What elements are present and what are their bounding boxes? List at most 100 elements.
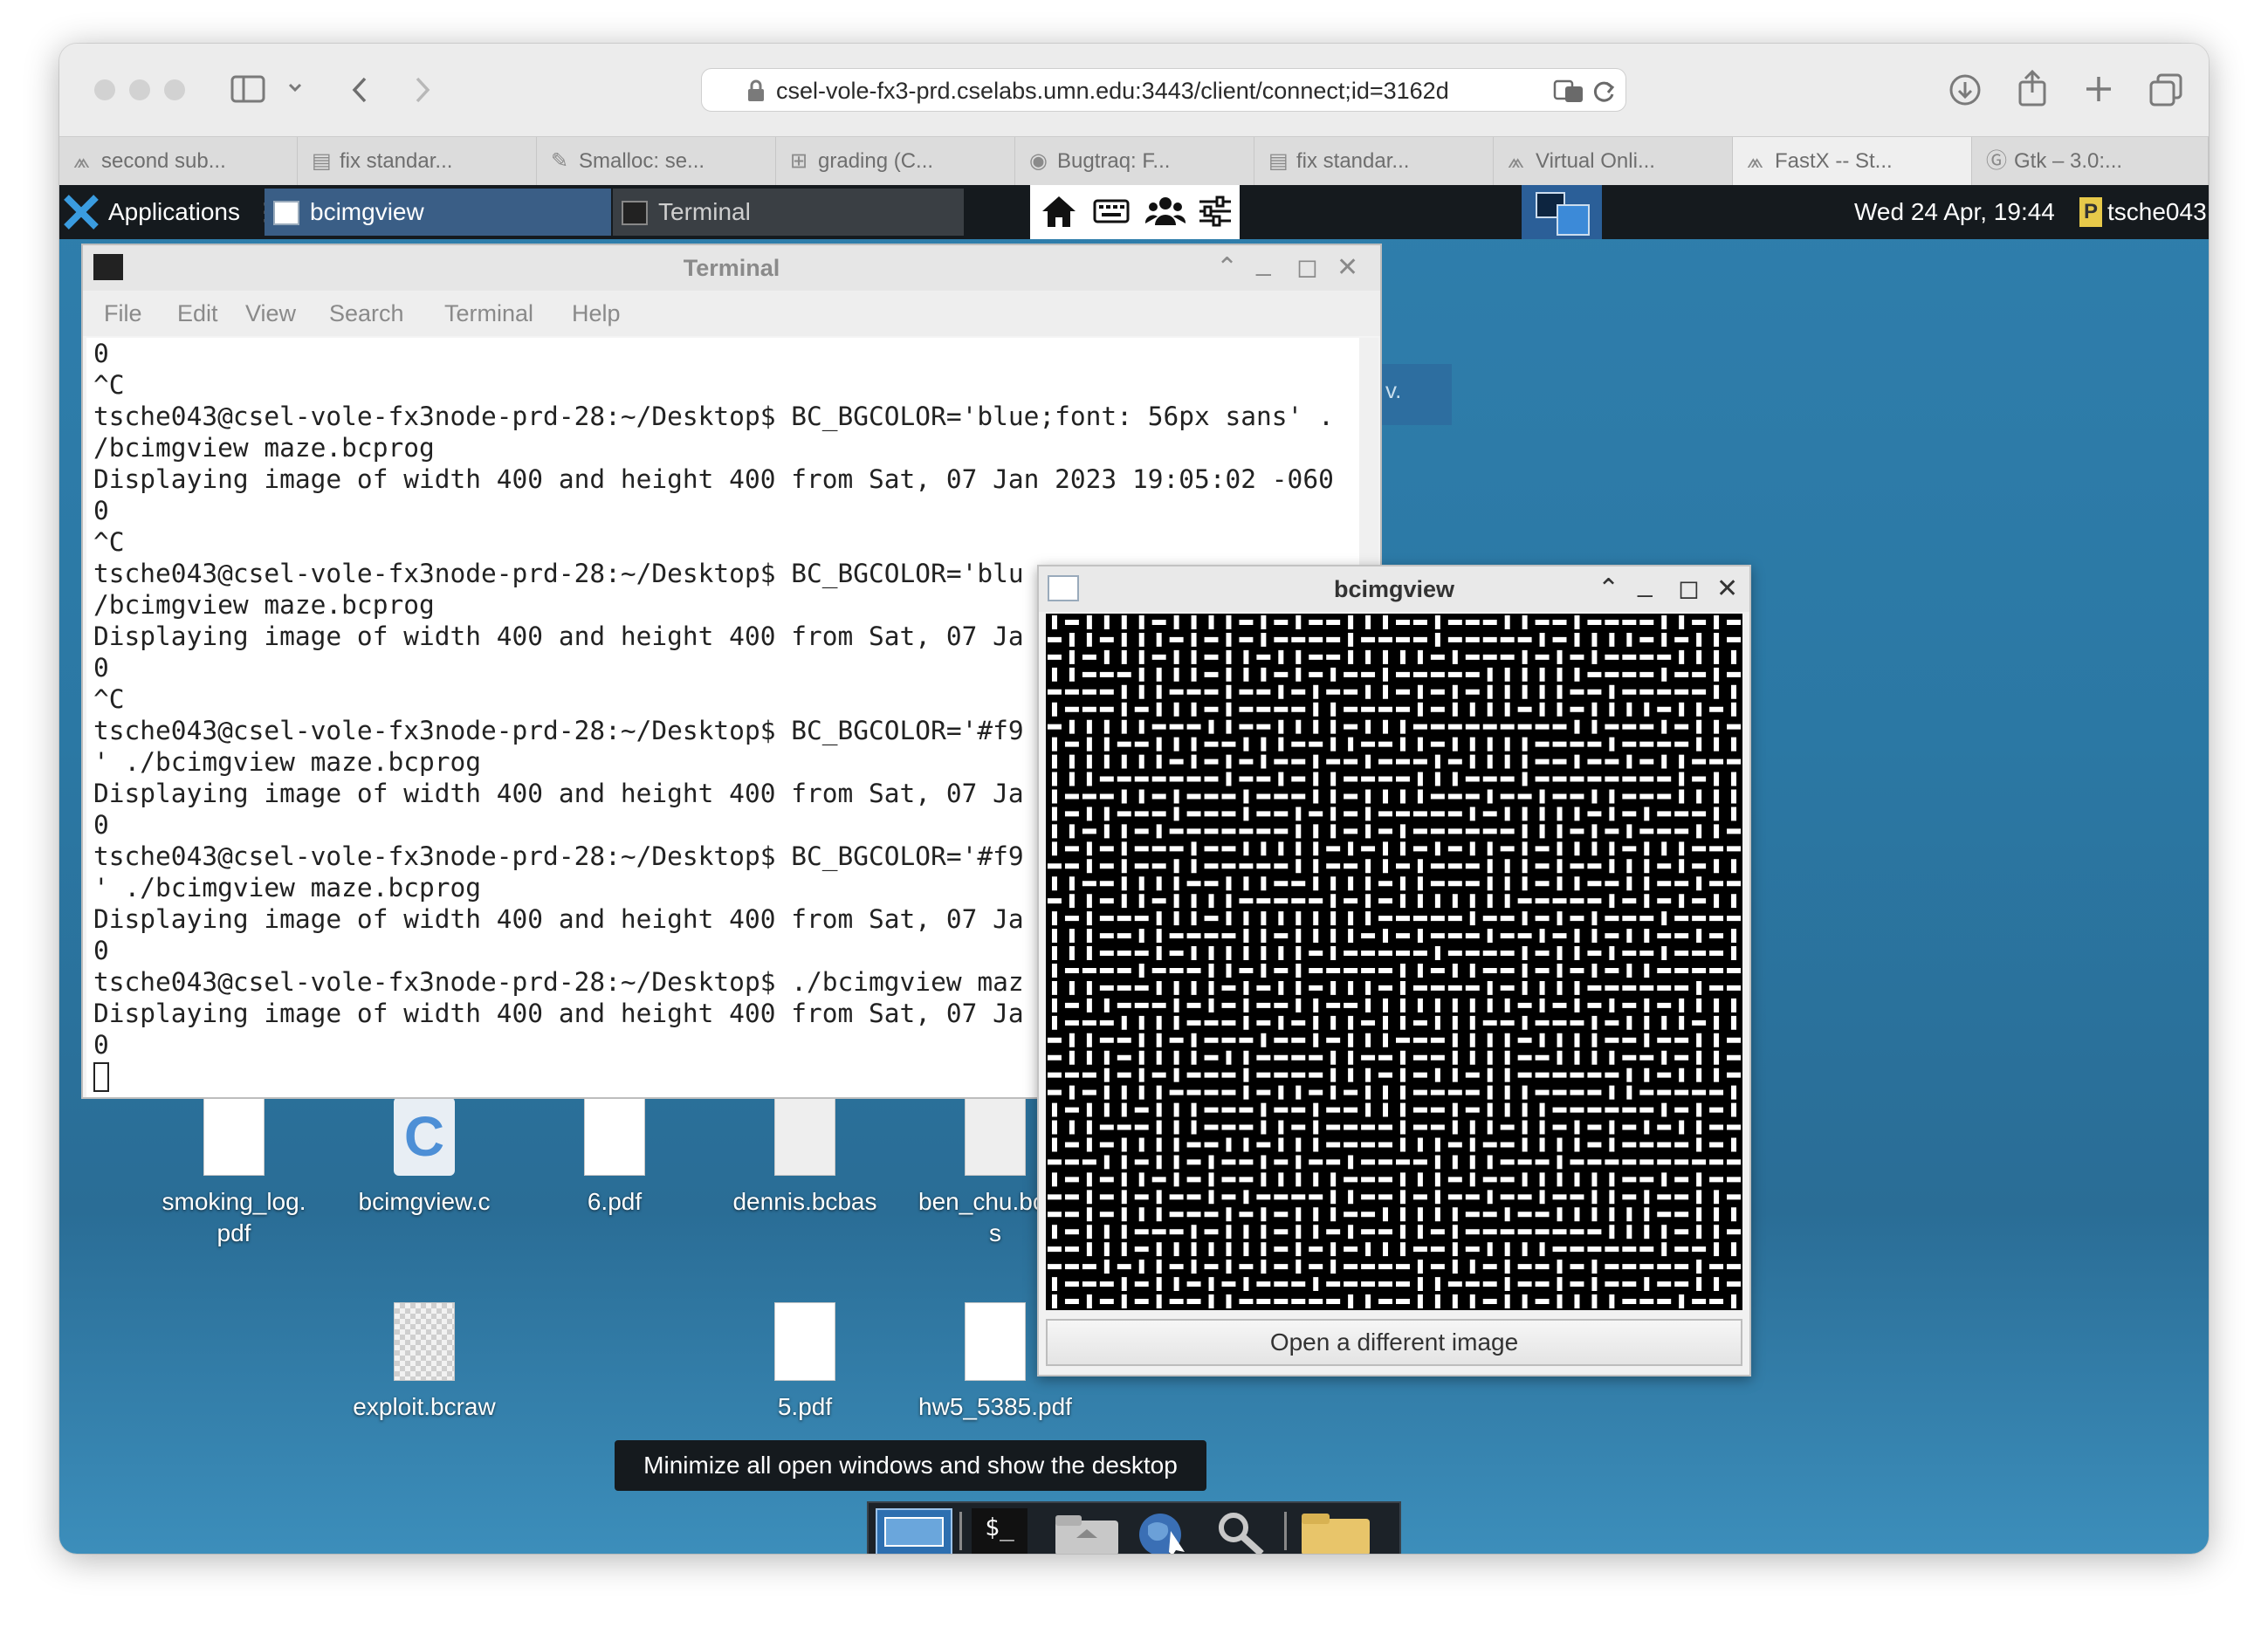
taskbar-item-bcimgview[interactable]: bcimgview xyxy=(265,189,611,236)
desktop-icon-smoking-log[interactable]: smoking_log. pdf xyxy=(142,1097,326,1249)
terminal-line: tsche043@csel-vole-fx3node-prd-28:~/Desk… xyxy=(93,402,1334,431)
new-tab-plus-icon[interactable] xyxy=(2083,73,2114,109)
workspace-window-icon xyxy=(1557,204,1590,236)
download-icon[interactable] xyxy=(1948,73,1982,111)
fastx-icon: ⩕ xyxy=(1747,149,1763,173)
terminal-line: /bcimgview maze.bcprog xyxy=(93,590,435,620)
workspace-switcher[interactable] xyxy=(1522,185,1602,239)
browser-tab[interactable]: ⩕ Virtual Onli... xyxy=(1494,137,1733,186)
users-icon[interactable] xyxy=(1144,194,1186,233)
terminal-line: tsche043@csel-vole-fx3node-prd-28:~/Desk… xyxy=(93,967,1024,997)
desktop-icon-5-pdf[interactable]: 5.pdf xyxy=(713,1302,897,1423)
browser-tab[interactable]: ▤ fix standar... xyxy=(298,137,537,186)
tab-label: second sub... xyxy=(101,149,226,173)
terminal-line: 0 xyxy=(93,339,109,368)
web-browser-icon[interactable] xyxy=(1131,1508,1193,1554)
terminal-line: Displaying image of width 400 and height… xyxy=(93,904,1024,934)
menu-file[interactable]: File xyxy=(104,291,142,336)
terminal-titlebar[interactable]: Terminal ⌃ _ ◻ ✕ xyxy=(83,245,1380,291)
pdf-file-icon xyxy=(965,1302,1026,1381)
desktop-icon-dennis[interactable]: dennis.bcbas xyxy=(713,1097,897,1218)
taskbar-item-terminal[interactable]: Terminal xyxy=(613,189,964,236)
search-icon[interactable] xyxy=(1209,1508,1272,1554)
browser-toolbar: csel-vole-fx3-prd.cselabs.umn.edu:3443/c… xyxy=(59,44,2209,136)
window-zoom-button[interactable] xyxy=(164,79,185,100)
pdf-file-icon xyxy=(584,1097,645,1176)
menu-help[interactable]: Help xyxy=(572,291,621,336)
share-icon[interactable] xyxy=(2017,69,2048,111)
desktop-icon-6-pdf[interactable]: 6.pdf xyxy=(523,1097,706,1218)
terminal-line: ^C xyxy=(93,527,125,557)
window-minimize-button[interactable] xyxy=(129,79,150,100)
menu-search[interactable]: Search xyxy=(329,291,404,336)
tab-label: Virtual Onli... xyxy=(1536,149,1655,173)
sidebar-toggle-icon[interactable] xyxy=(230,75,265,103)
user-name[interactable]: tsche043 xyxy=(2107,185,2207,239)
applications-menu[interactable]: Applications xyxy=(108,185,240,239)
browser-tab-active[interactable]: ⩕ FastX -- St... xyxy=(1733,137,1972,186)
shade-up-icon[interactable]: ⌃ xyxy=(1216,245,1238,291)
keyboard-icon[interactable] xyxy=(1093,196,1130,231)
terminal-launcher-icon[interactable]: $_ xyxy=(972,1508,1027,1554)
back-arrow-icon[interactable] xyxy=(347,75,374,109)
bcimgview-window: bcimgview ⌃ _ ◻ ✕ Open a different image xyxy=(1037,565,1751,1376)
browser-window: csel-vole-fx3-prd.cselabs.umn.edu:3443/c… xyxy=(59,44,2209,1554)
maximize-icon[interactable]: ◻ xyxy=(1296,245,1318,291)
show-desktop-icon[interactable] xyxy=(876,1508,952,1554)
chevron-down-icon[interactable] xyxy=(286,79,304,100)
home-icon[interactable] xyxy=(1041,194,1077,235)
minimize-icon[interactable]: _ xyxy=(1256,240,1271,285)
terminal-menubar: File Edit View Search Terminal Help xyxy=(83,291,1380,336)
browser-tab[interactable]: ✎ Smalloc: se... xyxy=(537,137,776,186)
maximize-icon[interactable]: ◻ xyxy=(1678,566,1700,612)
show-desktop-tooltip: Minimize all open windows and show the d… xyxy=(615,1440,1206,1491)
g-icon: Ⓖ xyxy=(1986,149,2007,173)
desktop-icon-label: dennis.bcbas xyxy=(732,1188,877,1215)
settings-sliders-icon[interactable] xyxy=(1198,196,1233,231)
folder-icon[interactable] xyxy=(1298,1508,1373,1554)
top-panel: Applications ⋮ bcimgview Terminal xyxy=(59,185,2209,239)
menu-edit[interactable]: Edit xyxy=(177,291,218,336)
close-icon[interactable]: ✕ xyxy=(1337,245,1358,291)
fastx-icon: ⩕ xyxy=(73,149,90,173)
address-bar[interactable]: csel-vole-fx3-prd.cselabs.umn.edu:3443/c… xyxy=(701,68,1626,112)
reload-icon[interactable] xyxy=(1591,79,1617,109)
terminal-line: 0 xyxy=(93,496,109,525)
browser-tab[interactable]: Ⓖ Gtk – 3.0:... xyxy=(1972,137,2209,186)
translate-icon[interactable] xyxy=(1553,79,1584,108)
pdf-file-icon xyxy=(203,1097,265,1176)
browser-tab[interactable]: ⊞ grading (C... xyxy=(776,137,1015,186)
terminal-line: ' ./bcimgview maze.bcprog xyxy=(93,747,482,777)
bottom-dock: $_ xyxy=(867,1501,1401,1554)
taskbar-label: bcimgview xyxy=(310,198,424,225)
background-window-fragment: v. xyxy=(1382,364,1452,425)
browser-tab[interactable]: ⩕ second sub... xyxy=(59,137,298,186)
desktop-icon-exploit[interactable]: exploit.bcraw xyxy=(333,1302,516,1423)
minimize-icon[interactable]: _ xyxy=(1638,561,1653,607)
bcimgview-titlebar[interactable]: bcimgview ⌃ _ ◻ ✕ xyxy=(1039,566,1749,612)
tab-label: Smalloc: se... xyxy=(579,149,705,173)
browser-tab[interactable]: ▤ fix standar... xyxy=(1254,137,1494,186)
home-folder-icon[interactable] xyxy=(1052,1508,1122,1554)
image-file-icon xyxy=(394,1302,455,1381)
menu-terminal[interactable]: Terminal xyxy=(444,291,533,336)
tab-label: FastX -- St... xyxy=(1775,149,1893,173)
shade-up-icon[interactable]: ⌃ xyxy=(1598,566,1619,612)
tab-label: fix standar... xyxy=(1296,149,1410,173)
maze-walls xyxy=(1048,615,1741,1308)
forward-arrow-icon[interactable] xyxy=(409,75,435,109)
tab-label: Bugtraq: F... xyxy=(1057,149,1171,173)
clock[interactable]: Wed 24 Apr, 19:44 xyxy=(1854,185,2055,239)
desktop-icon-label: 6.pdf xyxy=(587,1188,643,1215)
desktop-icon-bcimgview-c[interactable]: C bcimgview.c xyxy=(333,1097,516,1218)
browser-tab[interactable]: ◉ Bugtraq: F... xyxy=(1015,137,1254,186)
window-close-button[interactable] xyxy=(94,79,115,100)
tab-overview-icon[interactable] xyxy=(2149,73,2182,111)
user-badge-icon: P xyxy=(2079,197,2102,227)
close-icon[interactable]: ✕ xyxy=(1716,566,1738,612)
partial-text: v. xyxy=(1385,377,1402,403)
menu-view[interactable]: View xyxy=(245,291,296,336)
maze-image xyxy=(1046,614,1742,1310)
open-different-image-button[interactable]: Open a different image xyxy=(1046,1319,1742,1366)
xfce-logo-icon[interactable] xyxy=(63,194,100,235)
